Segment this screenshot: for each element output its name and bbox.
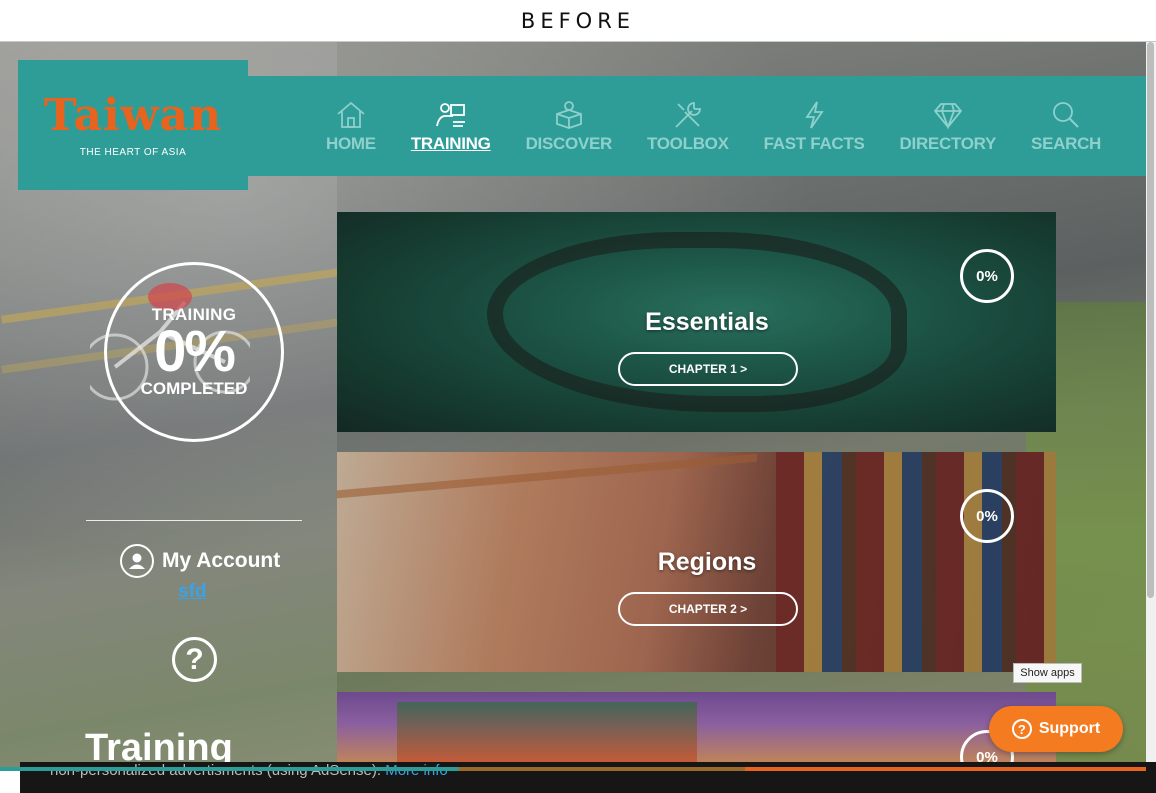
- toolbox-icon: [671, 98, 705, 132]
- question-circle-icon: ?: [1011, 719, 1032, 739]
- my-account-label: My Account: [162, 549, 281, 572]
- chapter-card-3[interactable]: 0%: [337, 692, 1056, 770]
- nav-item-home[interactable]: HOME: [326, 98, 376, 154]
- nav-item-training[interactable]: TRAINING: [411, 98, 491, 154]
- logo-wordmark: Taiwan: [43, 89, 223, 141]
- logo-tagline: THE HEART OF ASIA: [79, 146, 187, 158]
- home-icon: [334, 98, 368, 132]
- nav-label: TRAINING: [410, 134, 491, 153]
- support-label: Support: [1038, 720, 1101, 737]
- nav-label: HOME: [326, 134, 376, 153]
- discover-icon: [552, 98, 586, 132]
- card-background-image: [397, 702, 697, 762]
- show-apps-tooltip: Show apps: [1013, 663, 1082, 683]
- chapter-card-regions[interactable]: 0% Regions CHAPTER 2 >: [337, 452, 1056, 672]
- account-username-link[interactable]: sfd: [178, 581, 207, 603]
- chapter-title: Regions: [657, 548, 757, 576]
- nav-item-discover[interactable]: DISCOVER: [526, 98, 612, 154]
- training-icon: [434, 98, 468, 132]
- chapter-title: Essentials: [645, 308, 769, 336]
- progress-ring-caption: COMPLETED: [140, 379, 248, 398]
- side-divider: [86, 520, 302, 521]
- browser-viewport: TRAINING 0% COMPLETED My Account sfd ? T…: [0, 42, 1146, 770]
- main-nav: HOME TRAINING DISCOVER TOOLBOX FAST FACT…: [248, 76, 1146, 176]
- chapter-progress-badge: 0%: [960, 489, 1014, 543]
- nav-label: DIRECTORY: [899, 134, 997, 153]
- help-icon[interactable]: ?: [172, 637, 217, 682]
- support-button[interactable]: ? Support: [989, 706, 1123, 752]
- chapter-2-button[interactable]: CHAPTER 2 >: [618, 592, 798, 626]
- chapter-1-button[interactable]: CHAPTER 1 >: [618, 352, 798, 386]
- nav-item-fast-facts[interactable]: FAST FACTS: [764, 98, 865, 154]
- nav-item-directory[interactable]: DIRECTORY: [900, 98, 996, 154]
- before-caption-bar: BEFORE: [0, 0, 1156, 42]
- diamond-icon: [931, 98, 965, 132]
- chapter-progress-badge: 0%: [960, 249, 1014, 303]
- search-icon: [1049, 98, 1083, 132]
- progress-ring-percent: 0%: [154, 319, 236, 384]
- nav-label: DISCOVER: [525, 134, 613, 153]
- page-accent-strip: [0, 767, 1146, 771]
- lightning-icon: [797, 98, 831, 132]
- scrollbar-thumb[interactable]: [1147, 42, 1154, 598]
- nav-label: SEARCH: [1031, 134, 1102, 153]
- nav-label: TOOLBOX: [646, 134, 729, 153]
- cookie-notice: non-personalized advertisments (using Ad…: [50, 762, 448, 780]
- my-account-link[interactable]: My Account: [120, 544, 280, 578]
- caption-title: BEFORE: [520, 8, 636, 33]
- nav-label: FAST FACTS: [763, 134, 865, 153]
- chapter-card-essentials[interactable]: 0% Essentials CHAPTER 1 >: [337, 212, 1056, 432]
- user-icon: [120, 544, 154, 578]
- training-progress-ring: TRAINING 0% COMPLETED: [104, 262, 284, 442]
- nav-item-search[interactable]: SEARCH: [1031, 98, 1101, 154]
- nav-item-toolbox[interactable]: TOOLBOX: [647, 98, 729, 154]
- taiwan-logo[interactable]: Taiwan THE HEART OF ASIA: [18, 60, 248, 190]
